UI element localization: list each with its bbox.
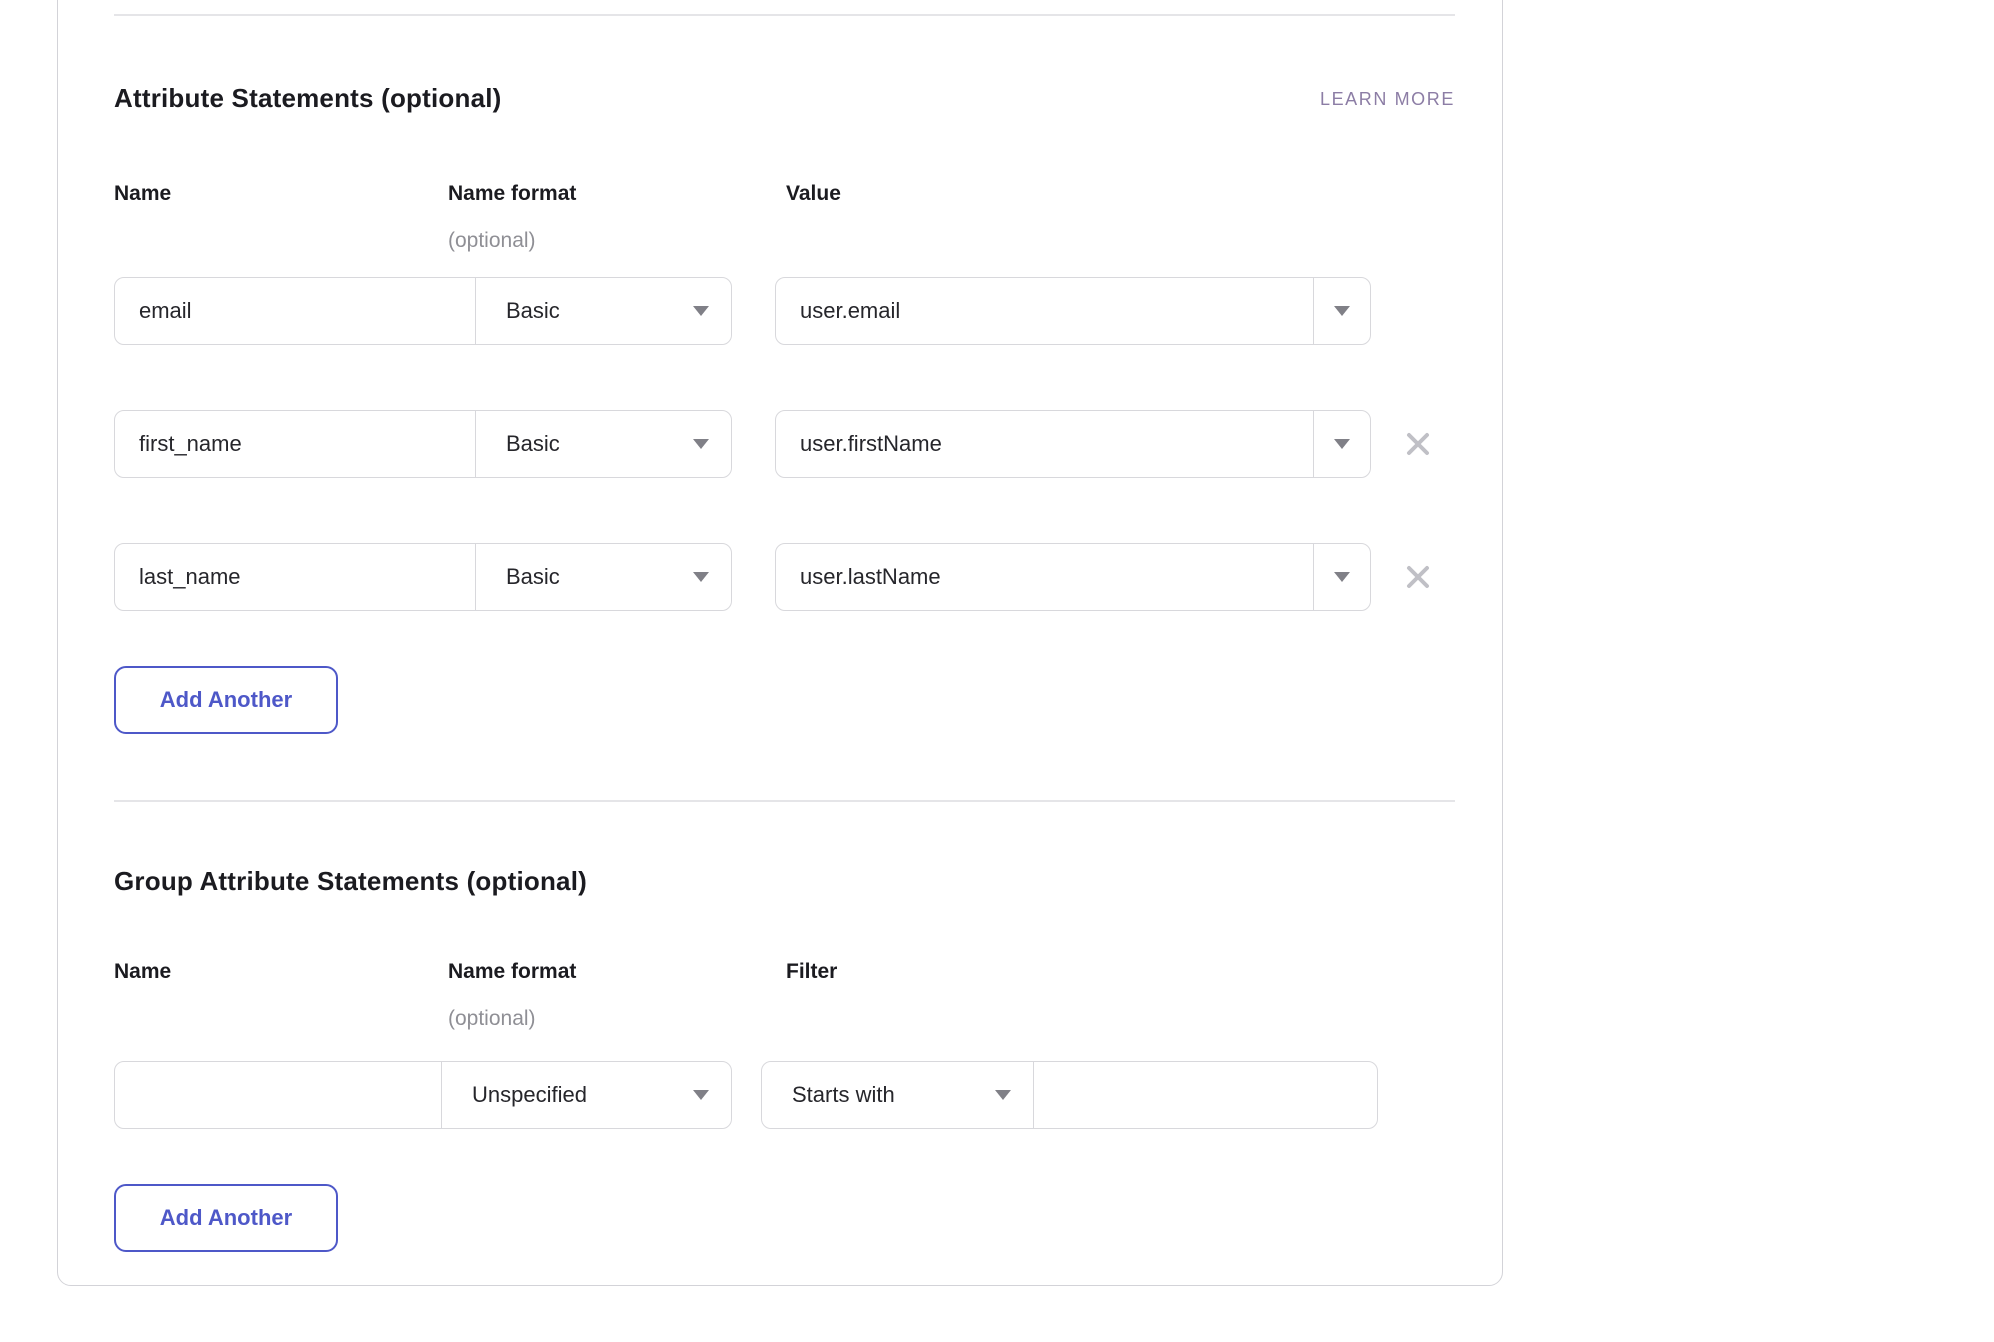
triangle-down-icon	[995, 1090, 1011, 1100]
attr-name-input[interactable]	[115, 411, 476, 477]
attribute-row: Basic	[114, 277, 1455, 345]
triangle-down-icon	[693, 1090, 709, 1100]
group-filter-group: Starts with	[761, 1061, 1378, 1129]
attribute-row: Basic	[114, 410, 1455, 478]
group-filter-value-input[interactable]	[1034, 1062, 1377, 1128]
attr-col-header-name-format-note: (optional)	[448, 229, 536, 253]
remove-row-button[interactable]	[1400, 426, 1436, 462]
remove-row-button[interactable]	[1400, 559, 1436, 595]
group-col-header-name-format-note: (optional)	[448, 1007, 536, 1031]
attr-value-input[interactable]	[776, 544, 1313, 610]
attr-name-format-value: Basic	[506, 431, 560, 457]
group-name-format-select[interactable]: Unspecified	[442, 1062, 731, 1128]
attr-value-input[interactable]	[776, 411, 1313, 477]
attr-name-input[interactable]	[115, 544, 476, 610]
attr-name-input[interactable]	[115, 278, 476, 344]
group-name-format-value: Unspecified	[472, 1082, 587, 1108]
triangle-down-icon	[693, 572, 709, 582]
triangle-down-icon	[1334, 572, 1350, 582]
attr-name-format-select[interactable]: Basic	[476, 411, 731, 477]
group-name-input[interactable]	[115, 1062, 442, 1128]
group-attribute-statements-title: Group Attribute Statements (optional)	[114, 866, 587, 897]
attr-name-format-select[interactable]: Basic	[476, 278, 731, 344]
add-attribute-button[interactable]: Add Another	[114, 666, 338, 734]
add-group-attribute-button[interactable]: Add Another	[114, 1184, 338, 1252]
attr-value-dropdown-button[interactable]	[1313, 544, 1370, 610]
triangle-down-icon	[1334, 306, 1350, 316]
learn-more-link[interactable]: LEARN MORE	[1320, 89, 1455, 110]
card-content: Attribute Statements (optional) LEARN MO…	[114, 1, 1455, 1315]
group-filter-type-select[interactable]: Starts with	[762, 1062, 1034, 1128]
attr-name-format-select[interactable]: Basic	[476, 544, 731, 610]
attr-value-combobox	[775, 277, 1371, 345]
attr-col-header-value: Value	[786, 182, 841, 206]
attr-col-header-name: Name	[114, 182, 171, 206]
attribute-row: Basic	[114, 543, 1455, 611]
attr-col-header-name-format: Name format	[448, 182, 576, 206]
attr-value-input[interactable]	[776, 278, 1313, 344]
attr-name-format-group: Basic	[114, 543, 732, 611]
group-col-header-name: Name	[114, 960, 171, 984]
group-col-header-name-format: Name format	[448, 960, 576, 984]
attribute-statements-title: Attribute Statements (optional)	[114, 83, 502, 114]
group-col-header-filter: Filter	[786, 960, 837, 984]
group-attribute-row: Unspecified Starts with	[114, 1061, 1455, 1129]
x-icon	[1404, 430, 1432, 458]
triangle-down-icon	[1334, 439, 1350, 449]
attr-value-dropdown-button[interactable]	[1313, 278, 1370, 344]
x-icon	[1404, 563, 1432, 591]
saml-settings-page: Attribute Statements (optional) LEARN MO…	[0, 0, 1994, 1342]
section-divider-top	[114, 14, 1455, 16]
attr-name-format-value: Basic	[506, 564, 560, 590]
attr-value-combobox	[775, 543, 1371, 611]
attr-name-format-value: Basic	[506, 298, 560, 324]
section-divider-middle	[114, 800, 1455, 802]
attr-value-dropdown-button[interactable]	[1313, 411, 1370, 477]
group-filter-type-value: Starts with	[792, 1082, 895, 1108]
settings-card: Attribute Statements (optional) LEARN MO…	[57, 0, 1503, 1286]
triangle-down-icon	[693, 306, 709, 316]
attr-name-format-group: Basic	[114, 277, 732, 345]
triangle-down-icon	[693, 439, 709, 449]
attr-name-format-group: Basic	[114, 410, 732, 478]
attr-value-combobox	[775, 410, 1371, 478]
group-name-format-group: Unspecified	[114, 1061, 732, 1129]
